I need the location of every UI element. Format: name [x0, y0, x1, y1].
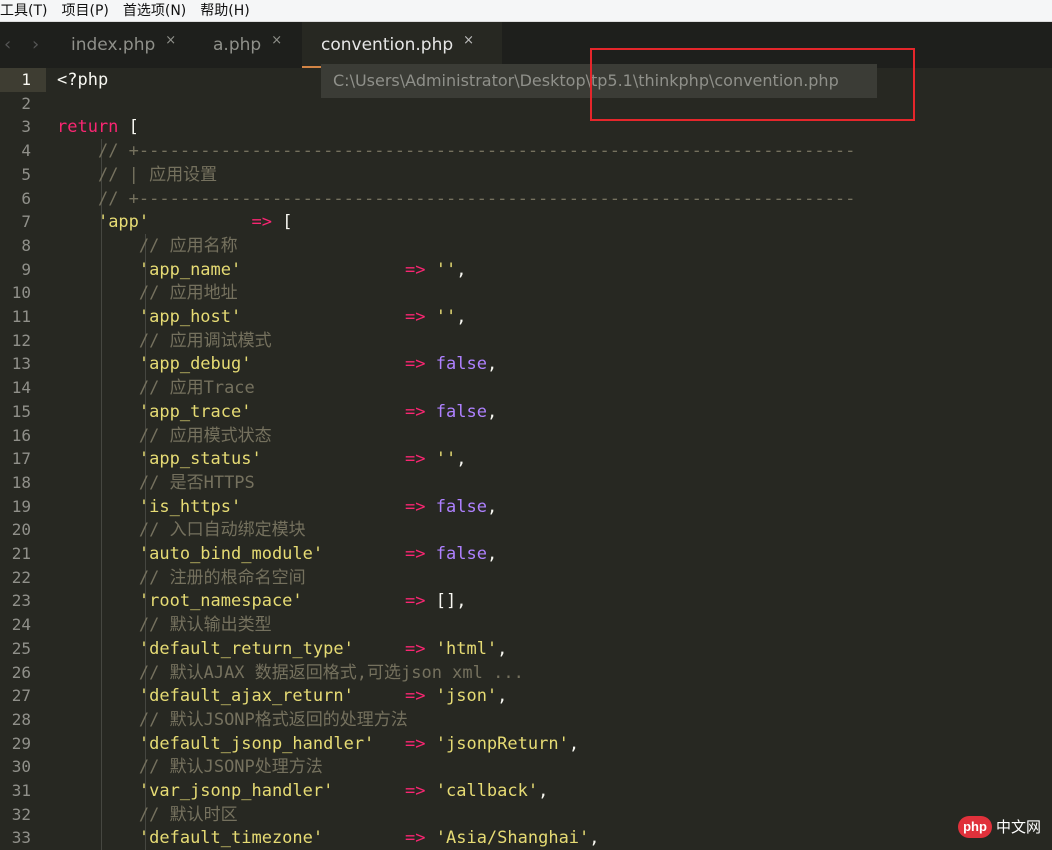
menu-preferences[interactable]: 首选项(N) [123, 0, 186, 22]
line-number: 14 [11, 378, 31, 398]
code-line[interactable]: // 默认时区 [57, 803, 238, 827]
code-line[interactable]: 'default_jsonp_handler' => 'jsonpReturn'… [57, 732, 579, 756]
line-number: 9 [21, 259, 31, 279]
code-line[interactable]: // 应用地址 [57, 281, 238, 305]
code-line[interactable]: 'auto_bind_module' => false, [57, 542, 497, 566]
code-line[interactable]: 'root_namespace' => [], [57, 589, 467, 613]
line-number: 30 [11, 757, 31, 777]
line-number: 10 [11, 283, 31, 303]
line-number: 32 [11, 804, 31, 824]
code-line[interactable]: 'app' => [ [57, 210, 293, 234]
line-number: 7 [21, 212, 31, 232]
menu-help[interactable]: 帮助(H) [200, 0, 249, 22]
line-number: 19 [11, 496, 31, 516]
line-number: 27 [11, 686, 31, 706]
close-icon[interactable]: × [463, 33, 474, 48]
code-line[interactable]: // 是否HTTPS [57, 471, 255, 495]
close-icon[interactable]: × [271, 33, 282, 48]
line-number: 6 [21, 188, 31, 208]
code-line[interactable]: // +------------------------------------… [57, 187, 855, 211]
highlight-box [590, 48, 915, 121]
menu-bar: 工具(T) 项目(P) 首选项(N) 帮助(H) [0, 0, 1052, 22]
line-number: 4 [21, 141, 31, 161]
line-number: 29 [11, 733, 31, 753]
line-number: 11 [11, 307, 31, 326]
code-line[interactable]: // 应用调试模式 [57, 329, 272, 353]
chevron-left-icon[interactable]: ‹ [4, 34, 11, 55]
line-number: 28 [11, 709, 31, 729]
menu-tools[interactable]: 工具(T) [0, 0, 47, 22]
line-number: 22 [11, 567, 31, 587]
code-line[interactable]: // 注册的根命名空间 [57, 566, 306, 590]
code-line[interactable]: 'app_status' => '', [57, 447, 467, 471]
menu-project[interactable]: 项目(P) [61, 0, 108, 22]
line-number: 5 [21, 164, 31, 184]
line-number: 33 [11, 828, 31, 848]
code-line[interactable]: 'app_name' => '', [57, 258, 467, 282]
code-line[interactable]: 'app_host' => '', [57, 305, 467, 329]
code-line[interactable]: // 默认AJAX 数据返回格式,可选json xml ... [57, 661, 524, 685]
watermark-text: 中文网 [996, 818, 1042, 836]
code-line[interactable]: // 默认JSONP格式返回的处理方法 [57, 708, 408, 732]
code-line[interactable]: <?php [57, 68, 108, 92]
active-tab-indicator [302, 66, 322, 68]
php-logo: php [958, 816, 992, 838]
tab-label: a.php [213, 35, 262, 55]
line-number: 18 [11, 472, 31, 492]
code-line[interactable]: 'default_ajax_return' => 'json', [57, 684, 508, 708]
code-line[interactable]: // 应用名称 [57, 234, 238, 258]
code-line[interactable]: return [ [57, 115, 139, 139]
code-line[interactable]: 'default_return_type' => 'html', [57, 637, 508, 661]
tab-index-php[interactable]: index.php × [71, 22, 176, 68]
tab-label: index.php [71, 35, 156, 55]
tab-label: convention.php [321, 35, 454, 55]
code-line[interactable]: 'app_debug' => false, [57, 352, 497, 376]
code-line[interactable]: 'var_jsonp_handler' => 'callback', [57, 779, 548, 803]
chevron-right-icon[interactable]: › [32, 34, 39, 55]
code-line[interactable]: // 入口自动绑定模块 [57, 518, 306, 542]
line-number: 16 [11, 425, 31, 445]
line-number: 31 [11, 781, 31, 800]
close-icon[interactable]: × [165, 33, 176, 48]
code-line[interactable]: // | 应用设置 [57, 163, 217, 187]
line-number: 21 [11, 544, 31, 563]
line-number: 12 [11, 330, 31, 350]
code-line[interactable]: // 应用模式状态 [57, 424, 272, 448]
code-line[interactable]: // 默认JSONP处理方法 [57, 755, 323, 779]
code-line[interactable]: 'default_timezone' => 'Asia/Shanghai', [57, 826, 600, 850]
line-number: 17 [11, 449, 31, 469]
line-number: 23 [11, 591, 31, 611]
php-cn-watermark: php 中文网 [958, 812, 1050, 842]
line-number: 24 [11, 615, 31, 635]
line-number: 15 [11, 401, 31, 421]
line-number: 3 [21, 117, 31, 137]
line-number: 20 [11, 520, 31, 540]
code-line[interactable]: // +------------------------------------… [57, 139, 855, 163]
line-number: 2 [21, 93, 31, 113]
code-line[interactable]: 'is_https' => false, [57, 495, 497, 519]
line-number: 13 [11, 354, 31, 374]
line-number: 26 [11, 662, 31, 682]
line-number: 1 [21, 70, 31, 89]
tab-a-php[interactable]: a.php × [213, 22, 282, 68]
code-line[interactable]: 'app_trace' => false, [57, 400, 497, 424]
line-number-gutter: 1 2 3 4 5 6 7 8 9 10 11 12 13 14 15 16 17 18 19 20 21 22 23 24 2… [0, 68, 46, 847]
tab-convention-php[interactable]: convention.php × [302, 22, 502, 68]
code-line[interactable]: // 默认输出类型 [57, 613, 272, 637]
code-line[interactable]: // 应用Trace [57, 376, 255, 400]
line-number: 25 [11, 638, 31, 658]
line-number: 8 [21, 235, 31, 255]
